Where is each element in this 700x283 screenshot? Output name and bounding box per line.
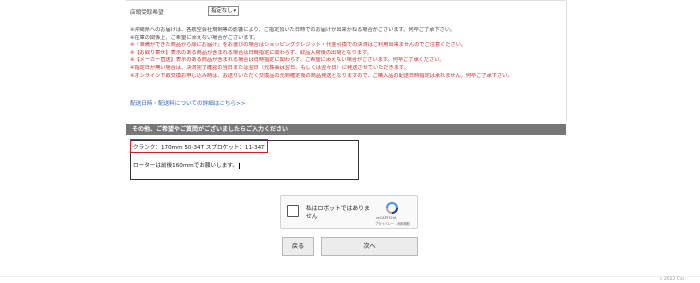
highlight-annotation <box>130 139 268 153</box>
next-button[interactable]: 次へ <box>321 237 418 256</box>
top-divider <box>126 0 566 1</box>
delivery-option-row: 店頭受取希望 指定なし ▾ <box>130 5 239 19</box>
note-item: ※沖縄県へのお届けは、各航空会社規制等の影響により、ご指定頂いた日時でのお届けが… <box>130 27 456 33</box>
recaptcha-icon <box>386 202 398 214</box>
textarea-line: ローターは前後160mmでお願いします。 <box>133 163 238 169</box>
delivery-option-value: 指定なし <box>211 8 233 14</box>
back-button[interactable]: 戻る <box>282 237 314 256</box>
recaptcha-label: 私はロボットではありません <box>306 206 370 220</box>
note-item: ※在庫の関係上、ご希望に添えない場合がございます。 <box>130 34 259 41</box>
delivery-option-label: 店頭受取希望 <box>130 10 164 16</box>
text-cursor <box>238 162 240 169</box>
recaptcha-brand: reCAPTCHA <box>376 216 397 220</box>
delivery-details-link[interactable]: 配送日時・配送料についての詳細はこちら>> <box>130 99 246 107</box>
note-item: ※指定日が無い場合は、決済完了確認の当日または翌日（元株事は翌日、もしくは翌々日… <box>130 64 409 71</box>
note-item: ※【お取り寄せ】表示のある商品が含まれる場合は日時指定に関わらず、取品入荷後の出… <box>130 49 372 56</box>
chevron-down-icon: ▾ <box>233 8 236 14</box>
order-form-page: 店頭受取希望 指定なし ▾ ※沖縄県へのお届けは、各航空会社規制等の影響により、… <box>0 0 700 283</box>
note-item: ※オンライン下取交換お申し込み時は、お送りいただく交換品の元到確定後の商品発送と… <box>130 72 513 79</box>
note-item: ※「准備ができた商品から順にお届け」をお選びの場合はショッピングクレジット・代金… <box>130 42 467 49</box>
section-title: その他、ご希望やご質問がございましたらご入力ください <box>126 124 566 135</box>
recaptcha-checkbox[interactable] <box>287 205 299 217</box>
recaptcha-links[interactable]: プライバシー - 利用規約 <box>375 221 410 226</box>
recaptcha-widget: 私はロボットではありません reCAPTCHA プライバシー - 利用規約 <box>280 195 418 229</box>
footer-divider <box>0 276 700 277</box>
note-item: ※【メーカー直送】表示のある商品が含まれる場合は日時指定に関わらず、ご希望に添え… <box>130 57 445 64</box>
delivery-notes: ※沖縄県へのお届けは、各航空会社規制等の影響により、ご指定頂いた日時でのお届けが… <box>130 27 570 80</box>
delivery-option-select[interactable]: 指定なし ▾ <box>208 6 239 16</box>
footer-text: c 2022 Car <box>660 277 685 282</box>
textarea-line-with-cursor: ローターは前後160mmでお願いします。 <box>133 161 240 169</box>
